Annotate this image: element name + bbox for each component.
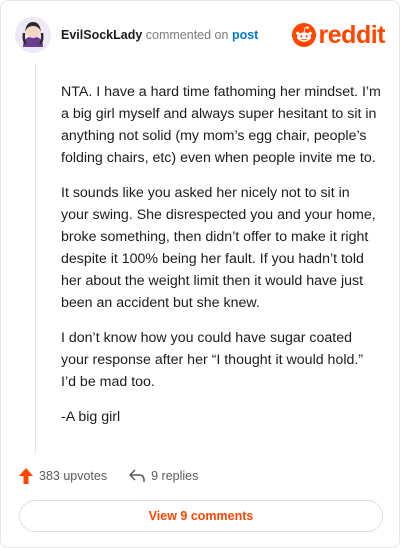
reddit-logo-icon (291, 23, 316, 47)
reply-arrow-icon (129, 469, 145, 482)
upvote-button[interactable]: 383 upvotes (19, 468, 107, 484)
username[interactable]: EvilSockLady (61, 28, 142, 42)
comment-paragraph: I don’t know how you could have sugar co… (61, 330, 364, 390)
view-comments-button[interactable]: View 9 comments (19, 500, 383, 532)
upvote-count: 383 upvotes (39, 469, 108, 483)
comment-header: EvilSockLady commented on post reddit (15, 15, 386, 55)
upvote-arrow-icon (19, 468, 33, 484)
comment-card: EvilSockLady commented on post reddit NT… (0, 0, 400, 548)
comment-meta: EvilSockLady commented on post (61, 28, 258, 42)
reply-count: 9 replies (151, 469, 199, 483)
comment-paragraph: It sounds like you asked her nicely not … (61, 185, 376, 311)
comment-body: NTA. I have a hard time fathoming her mi… (61, 81, 381, 441)
action-text: commented on (145, 28, 229, 42)
thread-line (35, 63, 36, 453)
avatar[interactable] (15, 17, 51, 53)
replies-button[interactable]: 9 replies (129, 469, 198, 483)
comment-paragraph: -A big girl (61, 409, 121, 425)
reddit-wordmark: reddit (318, 20, 386, 49)
comment-paragraph: NTA. I have a hard time fathoming her mi… (61, 84, 381, 166)
reddit-logo[interactable]: reddit (291, 20, 386, 50)
avatar-icon (15, 17, 51, 53)
comment-actions: 383 upvotes 9 replies (19, 465, 198, 487)
post-link[interactable]: post (232, 28, 258, 42)
